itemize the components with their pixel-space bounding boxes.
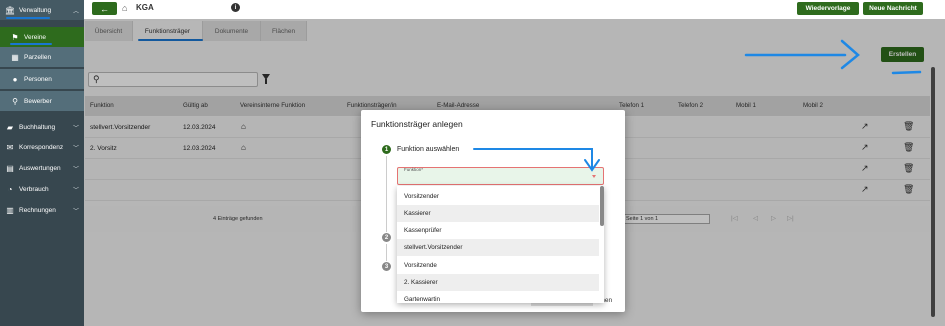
annotation-arrow-line bbox=[473, 148, 593, 169]
annotation-underline bbox=[891, 70, 922, 75]
annotation-layer bbox=[473, 39, 922, 172]
